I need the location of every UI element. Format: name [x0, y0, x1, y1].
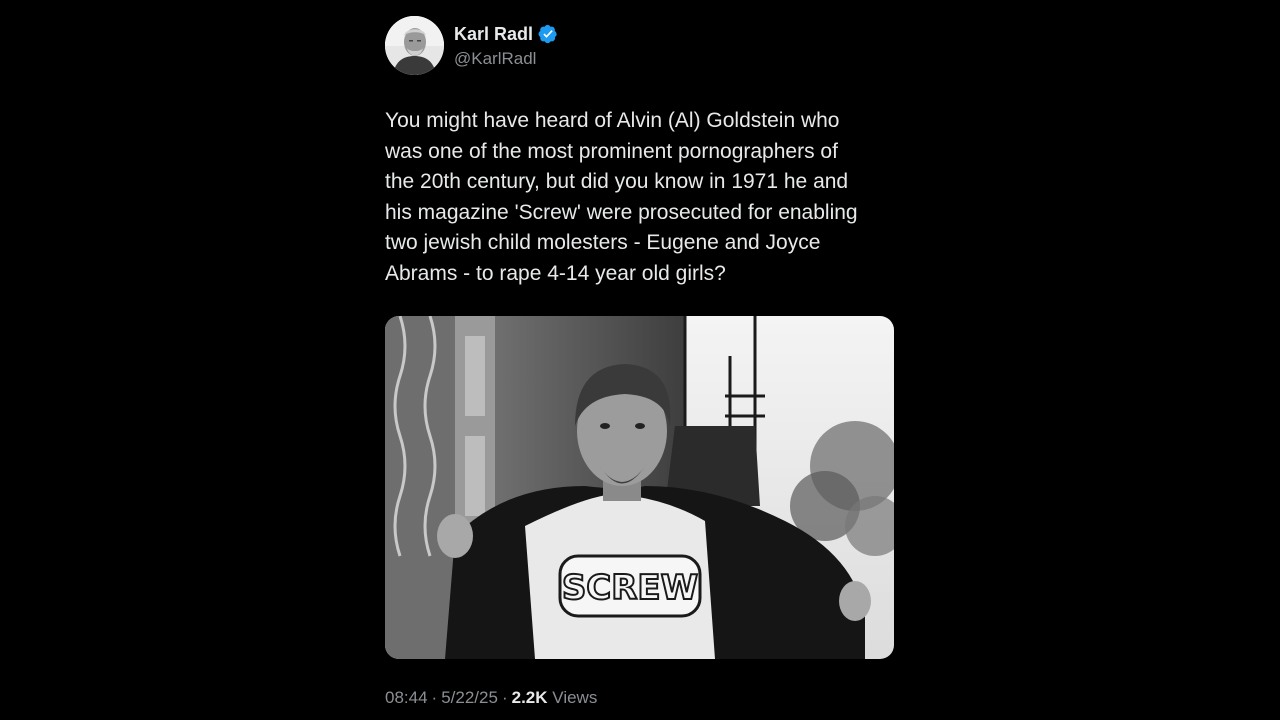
views-label: Views [552, 688, 598, 707]
shirt-logo-text: SCREW [562, 568, 698, 608]
avatar[interactable] [385, 16, 444, 75]
post-time[interactable]: 08:44 [385, 688, 428, 707]
post-meta: 08:44 · 5/22/25 · 2.2K Views [385, 688, 597, 708]
avatar-photo [385, 16, 444, 75]
post-date[interactable]: 5/22/25 [441, 688, 498, 707]
photo-man-screw-shirt: SCREW [385, 316, 894, 659]
display-name[interactable]: Karl Radl [454, 24, 533, 45]
views-count: 2.2K [511, 688, 548, 707]
handle[interactable]: @KarlRadl [454, 49, 536, 69]
post-image[interactable]: SCREW [385, 316, 894, 659]
name-row: Karl Radl [454, 23, 558, 45]
meta-separator: · [501, 688, 508, 707]
meta-separator: · [431, 688, 438, 707]
post-text: You might have heard of Alvin (Al) Golds… [385, 109, 858, 285]
verified-badge-icon [538, 24, 558, 44]
post-header: Karl Radl @KarlRadl [385, 16, 895, 76]
post: Karl Radl @KarlRadl You might have heard… [385, 14, 895, 714]
